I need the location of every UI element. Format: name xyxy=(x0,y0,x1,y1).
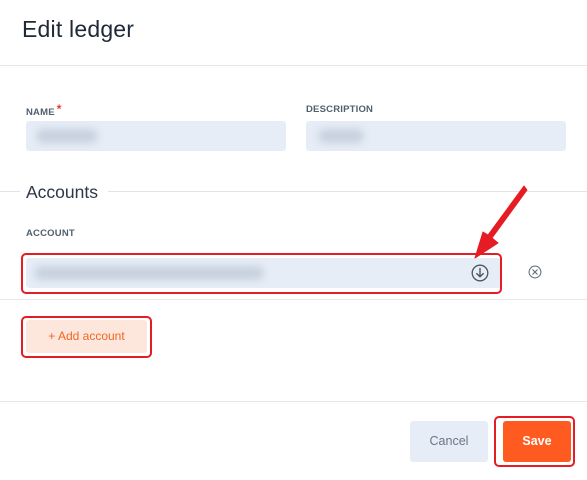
add-account-button[interactable]: + Add account xyxy=(26,320,147,353)
description-input[interactable] xyxy=(306,121,566,151)
name-value-redacted xyxy=(36,129,98,143)
description-value-redacted xyxy=(318,129,364,143)
name-label: NAME * xyxy=(26,102,62,118)
name-label-text: NAME xyxy=(26,107,55,118)
account-row xyxy=(0,251,587,300)
dialog-header: Edit ledger xyxy=(0,0,587,66)
accounts-section-title: Accounts xyxy=(26,182,104,203)
save-button[interactable]: Save xyxy=(503,421,571,462)
footer-divider xyxy=(0,401,587,402)
account-value-redacted xyxy=(34,266,264,280)
account-label: ACCOUNT xyxy=(26,228,75,239)
chevron-down-circle-icon[interactable] xyxy=(471,264,489,282)
cancel-button[interactable]: Cancel xyxy=(410,421,488,462)
dialog-title: Edit ledger xyxy=(22,16,135,42)
required-marker: * xyxy=(56,102,62,116)
section-divider-left xyxy=(0,191,20,192)
close-circle-icon[interactable] xyxy=(528,265,542,279)
account-select[interactable] xyxy=(26,258,501,288)
name-input[interactable] xyxy=(26,121,286,151)
section-divider-right xyxy=(108,191,587,192)
description-label: DESCRIPTION xyxy=(306,104,374,115)
